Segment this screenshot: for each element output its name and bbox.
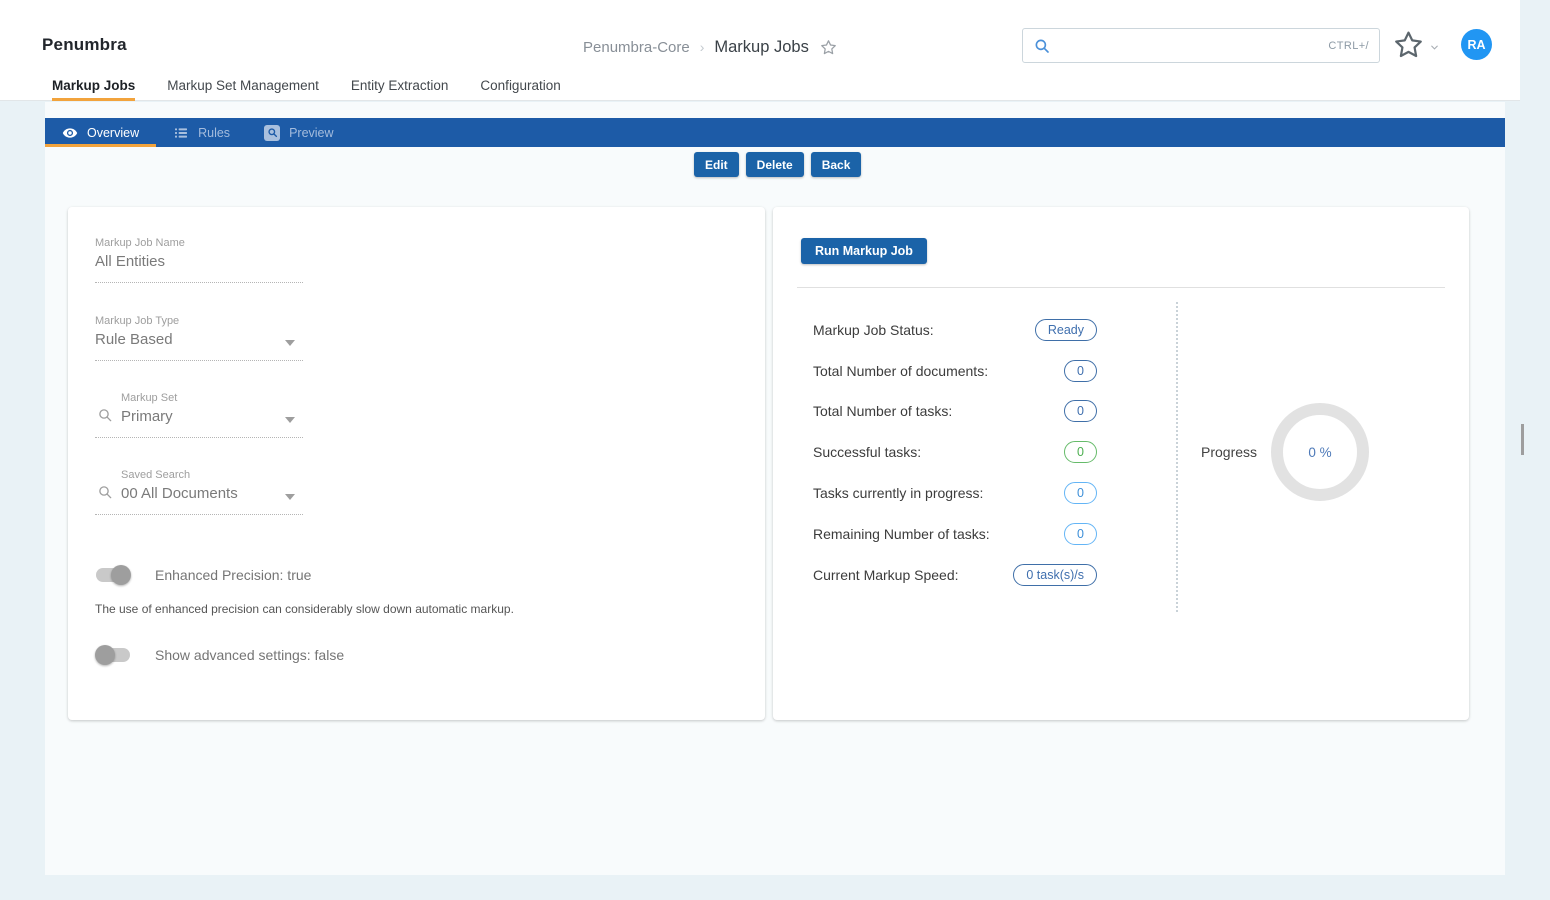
job-status-card: Run Markup Job Markup Job Status: Ready … — [773, 207, 1469, 720]
dropdown-caret-icon — [285, 494, 295, 500]
run-markup-job-button[interactable]: Run Markup Job — [801, 238, 927, 264]
stat-label: Markup Job Status: — [813, 322, 934, 338]
subtab-rules-label: Rules — [198, 126, 230, 140]
favorite-star-icon[interactable] — [819, 38, 838, 57]
markup-job-name-value: All Entities — [95, 253, 303, 270]
stat-label: Successful tasks: — [813, 444, 921, 460]
delete-button[interactable]: Delete — [746, 152, 804, 177]
stat-row-markup-speed: Current Markup Speed: 0 task(s)/s — [813, 564, 1097, 586]
user-avatar[interactable]: RA — [1461, 29, 1492, 60]
markup-job-type-label: Markup Job Type — [95, 315, 303, 327]
stat-row-total-tasks: Total Number of tasks: 0 — [813, 400, 1097, 422]
sub-tab-bar: Overview Rules Preview — [45, 118, 1505, 147]
favorites-chevron-down-icon[interactable] — [1429, 40, 1440, 51]
tab-markup-jobs[interactable]: Markup Jobs — [52, 78, 135, 101]
breadcrumb-separator-icon: › — [700, 39, 705, 55]
main-tab-bar: Markup Jobs Markup Set Management Entity… — [52, 78, 561, 101]
stat-label: Remaining Number of tasks: — [813, 526, 990, 542]
markup-set-field[interactable]: Markup Set Primary — [95, 392, 303, 438]
markup-job-type-field[interactable]: Markup Job Type Rule Based — [95, 315, 303, 361]
app-logo: Penumbra — [42, 35, 127, 55]
count-badge: 0 — [1064, 482, 1097, 504]
divider — [797, 287, 1445, 288]
stat-row-tasks-in-progress: Tasks currently in progress: 0 — [813, 482, 1097, 504]
saved-search-label: Saved Search — [121, 469, 303, 481]
stat-row-total-documents: Total Number of documents: 0 — [813, 360, 1097, 382]
job-settings-card: Markup Job Name All Entities Markup Job … — [68, 207, 765, 720]
subtab-preview-label: Preview — [289, 126, 333, 140]
app-header: Penumbra Penumbra-Core › Markup Jobs CTR… — [0, 0, 1520, 101]
job-action-buttons: Edit Delete Back — [694, 152, 861, 177]
markup-job-type-value: Rule Based — [95, 331, 303, 348]
search-shortcut-hint: CTRL+/ — [1328, 40, 1369, 52]
stat-label: Current Markup Speed: — [813, 567, 959, 583]
progress-label: Progress — [1201, 444, 1257, 460]
stat-row-successful-tasks: Successful tasks: 0 — [813, 441, 1097, 463]
enhanced-precision-label: Enhanced Precision: true — [155, 567, 311, 583]
count-badge: 0 — [1064, 360, 1097, 382]
breadcrumb-current: Markup Jobs — [714, 38, 808, 57]
count-badge: 0 — [1064, 441, 1097, 463]
vertical-dotted-divider — [1176, 302, 1178, 612]
saved-search-field[interactable]: Saved Search 00 All Documents — [95, 469, 303, 515]
global-search: CTRL+/ — [1022, 28, 1380, 63]
stat-label: Total Number of documents: — [813, 363, 988, 379]
stat-label: Total Number of tasks: — [813, 403, 952, 419]
eye-icon — [62, 125, 78, 141]
subtab-rules[interactable]: Rules — [156, 118, 247, 147]
stat-label: Tasks currently in progress: — [813, 485, 983, 501]
markup-set-value: Primary — [121, 408, 303, 425]
count-badge: 0 — [1064, 400, 1097, 422]
preview-magnifier-icon — [264, 125, 280, 141]
dropdown-caret-icon — [285, 340, 295, 346]
dropdown-caret-icon — [285, 417, 295, 423]
markup-job-name-field[interactable]: Markup Job Name All Entities — [95, 237, 303, 283]
edit-button[interactable]: Edit — [694, 152, 739, 177]
subtab-preview[interactable]: Preview — [247, 118, 350, 147]
search-icon — [97, 484, 113, 500]
back-button[interactable]: Back — [811, 152, 862, 177]
show-advanced-settings-toggle[interactable]: Show advanced settings: false — [95, 645, 344, 665]
stat-row-remaining-tasks: Remaining Number of tasks: 0 — [813, 523, 1097, 545]
breadcrumb-parent[interactable]: Penumbra-Core — [583, 39, 690, 56]
stat-row-job-status: Markup Job Status: Ready — [813, 319, 1097, 341]
toggle-switch[interactable] — [95, 565, 131, 585]
status-badge: Ready — [1035, 319, 1097, 341]
tab-markup-set-management[interactable]: Markup Set Management — [167, 78, 319, 101]
search-input[interactable] — [1059, 38, 1328, 53]
tab-entity-extraction[interactable]: Entity Extraction — [351, 78, 449, 101]
favorites-star-icon[interactable] — [1393, 29, 1424, 60]
tab-configuration[interactable]: Configuration — [480, 78, 560, 101]
count-badge: 0 — [1064, 523, 1097, 545]
breadcrumb: Penumbra-Core › Markup Jobs — [583, 33, 838, 61]
progress-value: 0 % — [1308, 445, 1331, 460]
enhanced-precision-helper-text: The use of enhanced precision can consid… — [95, 602, 514, 616]
enhanced-precision-toggle[interactable]: Enhanced Precision: true — [95, 565, 311, 585]
vertical-scrollbar-thumb[interactable] — [1521, 424, 1524, 455]
search-icon — [1033, 37, 1051, 55]
saved-search-value: 00 All Documents — [121, 485, 303, 502]
subtab-overview-label: Overview — [87, 126, 139, 140]
search-icon — [97, 407, 113, 423]
toggle-switch[interactable] — [95, 645, 131, 665]
markup-set-label: Markup Set — [121, 392, 303, 404]
subtab-overview[interactable]: Overview — [45, 118, 156, 147]
show-advanced-settings-label: Show advanced settings: false — [155, 647, 344, 663]
list-icon — [173, 125, 189, 141]
progress-ring: 0 % — [1271, 403, 1369, 501]
speed-badge: 0 task(s)/s — [1013, 564, 1097, 586]
markup-job-name-label: Markup Job Name — [95, 237, 303, 249]
